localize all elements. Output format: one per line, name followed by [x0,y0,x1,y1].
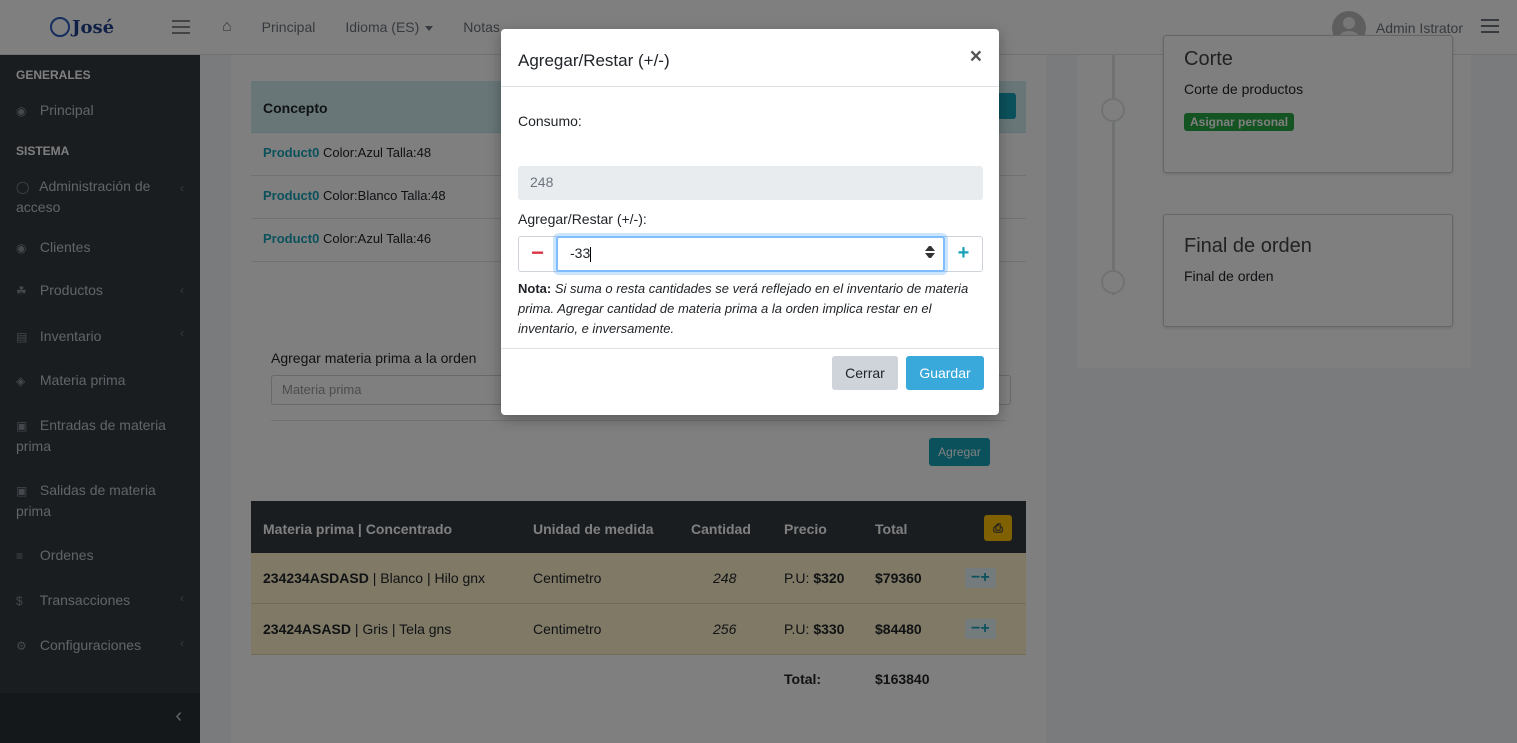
close-icon[interactable]: × [970,45,982,69]
modal-title: Agregar/Restar (+/-) [518,51,670,70]
note-text: Nota: Si suma o resta cantidades se verá… [518,279,985,339]
note-label: Nota: [518,281,552,296]
adjust-input-value: -33 [570,245,591,261]
modal-footer: Cerrar Guardar [501,349,999,415]
modal-body: Consumo: 248 Agregar/Restar (+/-): − -33… [501,87,999,349]
modal-header: Agregar/Restar (+/-) × [501,29,999,87]
note-body: Si suma o resta cantidades se verá refle… [518,281,969,336]
adjust-modal: Agregar/Restar (+/-) × Consumo: 248 Agre… [501,29,999,415]
plus-button[interactable]: + [945,237,982,271]
quantity-stepper: − -33 + [518,236,983,272]
save-button[interactable]: Guardar [906,356,984,390]
adjust-input[interactable]: -33 [556,236,945,272]
text-cursor [590,246,592,262]
consumo-label: Consumo: [518,113,582,129]
cancel-button[interactable]: Cerrar [832,356,898,390]
minus-button[interactable]: − [519,237,556,271]
consumo-field: 248 [518,166,983,200]
adjust-label: Agregar/Restar (+/-): [518,211,647,227]
spinner-icon[interactable] [925,246,935,258]
